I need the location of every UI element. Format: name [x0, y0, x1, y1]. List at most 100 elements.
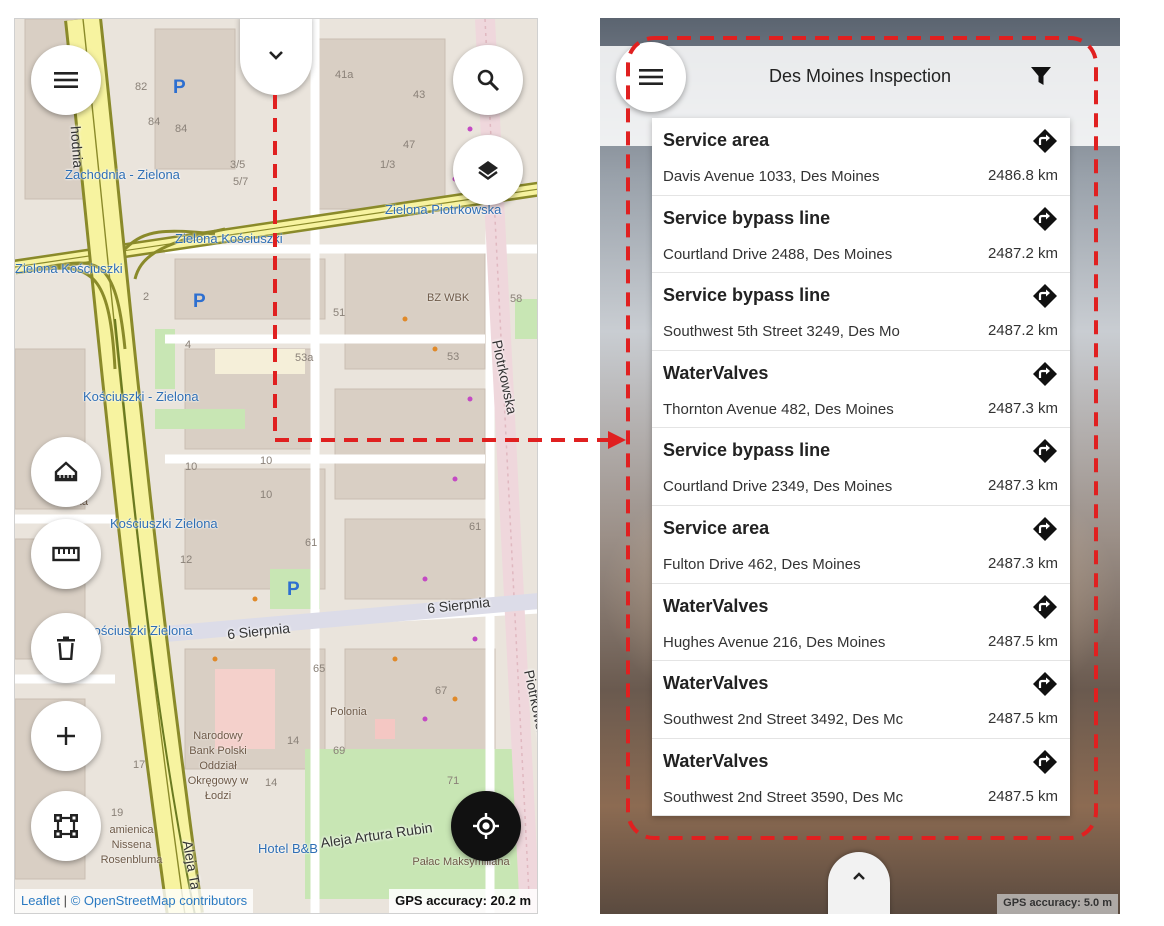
- list-item[interactable]: Service bypass line Courtland Drive 2349,…: [652, 428, 1070, 506]
- item-distance: 2487.5 km: [987, 787, 1058, 805]
- chevron-down-icon: [269, 51, 283, 60]
- list-item[interactable]: WaterValves Hughes Avenue 216, Des Moines…: [652, 584, 1070, 662]
- trash-icon: [57, 636, 75, 660]
- expand-panel-button[interactable]: [828, 852, 890, 914]
- list-item[interactable]: Service bypass line Southwest 5th Street …: [652, 273, 1070, 351]
- directions-button[interactable]: [1032, 128, 1058, 154]
- osm-link[interactable]: © OpenStreetMap contributors: [71, 893, 248, 908]
- house-number: 84: [175, 123, 188, 135]
- item-name: Service bypass line: [663, 285, 831, 306]
- item-distance: 2487.2 km: [987, 322, 1058, 340]
- house-number: 58: [510, 293, 523, 305]
- list-item[interactable]: Service bypass line Courtland Drive 2488,…: [652, 196, 1070, 274]
- poi-label: amienica Nissena Rosenbluma: [100, 824, 163, 866]
- area-measure-icon: [54, 461, 78, 482]
- directions-button[interactable]: [1032, 438, 1058, 464]
- list-item[interactable]: Service area Fulton Drive 462, Des Moines…: [652, 506, 1070, 584]
- directions-icon: [1033, 672, 1057, 697]
- directions-icon: [1033, 284, 1057, 309]
- stop-label: Kościuszki Zielona: [85, 623, 193, 638]
- item-address: Courtland Drive 2349, Des Moines: [663, 478, 893, 496]
- locate-me-button[interactable]: [451, 791, 521, 861]
- directions-icon: [1033, 129, 1057, 153]
- house-number: 51: [333, 307, 346, 319]
- directions-button[interactable]: [1032, 206, 1058, 232]
- street-label: hodnia: [67, 125, 87, 169]
- house-number: 65: [313, 663, 326, 675]
- house-number: 10: [185, 461, 198, 473]
- list-item[interactable]: Service area Davis Avenue 1033, Des Moine…: [652, 118, 1070, 196]
- house-number: 61: [305, 537, 318, 549]
- stop-label: Kościuszki - Zielona: [83, 389, 199, 404]
- directions-button[interactable]: [1032, 671, 1058, 697]
- house-number: 47: [403, 139, 416, 151]
- stop-label: Kościuszki Zielona: [110, 516, 218, 531]
- item-address: Davis Avenue 1033, Des Moines: [663, 168, 880, 185]
- map-attribution: Leaflet | © OpenStreetMap contributors: [15, 889, 254, 913]
- item-name: WaterValves: [663, 362, 769, 383]
- attribution-separator: |: [63, 893, 68, 908]
- poi-label: Hotel B&B: [258, 841, 318, 856]
- item-distance: 2487.3 km: [987, 477, 1058, 495]
- house-number: 14: [265, 777, 278, 789]
- item-address: Southwest 2nd Street 3492, Des Mc: [663, 711, 904, 729]
- house-number: 41a: [335, 69, 354, 81]
- layers-button[interactable]: [453, 135, 523, 205]
- directions-icon: [1033, 206, 1057, 231]
- item-address: Thornton Avenue 482, Des Moines: [663, 400, 894, 418]
- gps-locate-icon: [473, 813, 499, 839]
- house-number: 4: [185, 339, 192, 351]
- item-distance: 2486.8 km: [987, 167, 1058, 184]
- filter-icon: [1031, 67, 1051, 85]
- house-number: 12: [180, 554, 193, 566]
- search-icon: [477, 69, 500, 92]
- menu-button[interactable]: [31, 45, 101, 115]
- measure-distance-button[interactable]: [31, 519, 101, 589]
- bounding-box-icon: [54, 814, 78, 838]
- list-item[interactable]: WaterValves Thornton Avenue 482, Des Moin…: [652, 351, 1070, 429]
- poi-label: Narodowy Bank Polski Oddział Okręgowy w …: [187, 730, 249, 802]
- list-item[interactable]: WaterValves Southwest 2nd Street 3492, De…: [652, 661, 1070, 739]
- measure-area-button[interactable]: [31, 437, 101, 507]
- item-distance: 2487.5 km: [987, 710, 1058, 728]
- house-number: 67: [435, 685, 448, 697]
- hamburger-menu-icon: [54, 72, 78, 88]
- select-area-button[interactable]: [31, 791, 101, 861]
- stop-label: Zachodnia - Zielona: [65, 167, 180, 182]
- house-number: 19: [111, 807, 124, 819]
- list-item[interactable]: WaterValves Southwest 2nd Street 3590, De…: [652, 739, 1070, 816]
- filter-button[interactable]: [1030, 65, 1054, 89]
- directions-button[interactable]: [1032, 594, 1058, 620]
- search-button[interactable]: [453, 45, 523, 115]
- poi-label: Polonia: [330, 706, 367, 718]
- item-address: Hughes Avenue 216, Des Moines: [663, 633, 886, 651]
- item-address: Southwest 2nd Street 3590, Des Mc: [663, 788, 904, 806]
- house-number: 14: [287, 735, 300, 747]
- plus-icon: [57, 727, 75, 745]
- directions-button[interactable]: [1032, 283, 1058, 309]
- house-number: 43: [413, 89, 426, 101]
- directions-button[interactable]: [1032, 361, 1058, 387]
- item-distance: 2487.3 km: [987, 554, 1058, 572]
- collapse-panel-button[interactable]: [240, 19, 312, 95]
- directions-button[interactable]: [1032, 516, 1058, 542]
- add-button[interactable]: [31, 701, 101, 771]
- directions-icon: [1033, 361, 1057, 386]
- house-number: 53a: [295, 352, 314, 364]
- stop-label: Zielona Kościuszki: [175, 231, 283, 246]
- parking-icon: P: [193, 291, 206, 312]
- leaflet-link[interactable]: Leaflet: [21, 893, 60, 908]
- item-name: Service bypass line: [663, 440, 831, 461]
- delete-button[interactable]: [31, 613, 101, 683]
- house-number: 71: [447, 775, 460, 787]
- inspection-list-screen: Des Moines Inspection Service area Davis …: [600, 18, 1120, 914]
- item-name: WaterValves: [663, 673, 769, 694]
- item-name: Service bypass line: [663, 207, 831, 228]
- item-address: Fulton Drive 462, Des Moines: [663, 555, 861, 573]
- layers-icon: [478, 161, 498, 180]
- item-distance: 2487.2 km: [987, 244, 1058, 262]
- map-screen: hodnia Zachodnia - Zielona Zielona Kości…: [14, 18, 538, 914]
- directions-button[interactable]: [1032, 749, 1058, 775]
- house-number: 2: [143, 291, 150, 303]
- house-number: 10: [260, 455, 273, 467]
